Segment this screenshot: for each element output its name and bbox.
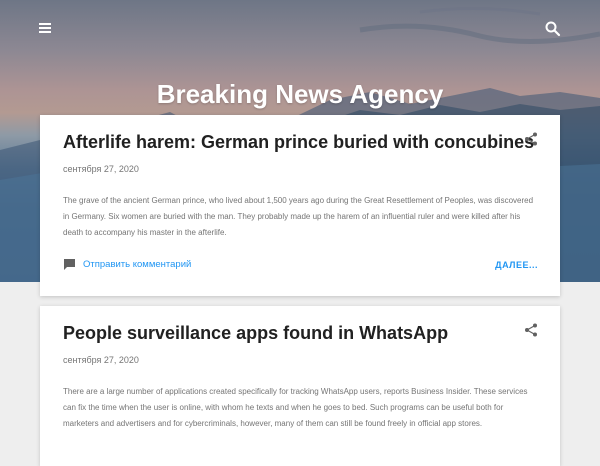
post-card: Afterlife harem: German prince buried wi… xyxy=(40,115,560,296)
post-comment-link[interactable]: Отправить комментарий xyxy=(63,258,191,271)
share-icon[interactable] xyxy=(524,132,538,146)
post-card: People surveillance apps found in WhatsA… xyxy=(40,306,560,466)
search-icon[interactable] xyxy=(544,20,562,38)
post-date[interactable]: сентября 27, 2020 xyxy=(63,164,139,174)
comment-icon xyxy=(64,259,75,270)
top-bar xyxy=(0,0,600,56)
share-icon[interactable] xyxy=(524,323,538,337)
post-snippet: There are a large number of applications… xyxy=(63,387,528,428)
post-title[interactable]: Afterlife harem: German prince buried wi… xyxy=(63,132,534,153)
post-date[interactable]: сентября 27, 2020 xyxy=(63,355,139,365)
hamburger-menu-icon[interactable] xyxy=(38,20,54,36)
blog-title[interactable]: Breaking News Agency xyxy=(0,79,600,110)
read-more-link[interactable]: ДАЛЕЕ... xyxy=(495,260,538,270)
comment-link-label: Отправить комментарий xyxy=(83,259,192,270)
post-title[interactable]: People surveillance apps found in WhatsA… xyxy=(63,323,448,344)
post-snippet: The grave of the ancient German prince, … xyxy=(63,196,534,237)
